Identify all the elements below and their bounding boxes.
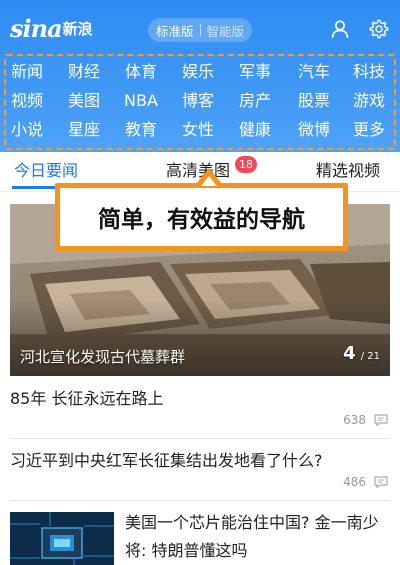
channel-video[interactable]: 视频 xyxy=(0,88,55,114)
article-divider xyxy=(10,438,390,439)
hero-current-index: 4 xyxy=(343,343,356,364)
article-divider xyxy=(10,500,390,501)
hd-pictures-badge: 18 xyxy=(235,156,257,173)
tab-featured-videos[interactable]: 精选视频 xyxy=(316,160,380,184)
channel-photos[interactable]: 美图 xyxy=(56,88,112,114)
chip-image xyxy=(10,512,114,565)
channel-nba[interactable]: NBA xyxy=(113,88,169,114)
comment-count-1: 638 xyxy=(343,413,366,427)
version-smart-option[interactable]: 智能版 xyxy=(201,21,251,40)
version-standard-option[interactable]: 标准版 xyxy=(150,21,200,40)
channel-more[interactable]: 更多 xyxy=(341,117,397,143)
channel-weibo[interactable]: 微博 xyxy=(286,117,342,143)
logo-text: sina xyxy=(10,14,63,43)
tab-today-news[interactable]: 今日要闻 xyxy=(14,160,78,184)
channel-astro[interactable]: 星座 xyxy=(56,117,112,143)
logo-cn-text: 新浪 xyxy=(62,20,93,38)
version-toggle[interactable]: 标准版 智能版 xyxy=(148,18,252,42)
article-title-2[interactable]: 习近平到中央红军长征集结出发地看了什么? xyxy=(10,449,323,473)
channel-house[interactable]: 房产 xyxy=(227,88,283,114)
comment-icon[interactable] xyxy=(374,414,388,426)
channel-tech[interactable]: 科技 xyxy=(341,59,397,85)
channel-sports[interactable]: 体育 xyxy=(113,59,169,85)
hero-caption: 河北宣化发现古代墓葬群 xyxy=(20,348,186,366)
article-thumbnail-chip[interactable] xyxy=(10,512,114,565)
article-title-3[interactable]: 美国一个芯片能治住中国? 金一南少将: 特朗普懂这吗 xyxy=(125,509,391,565)
callout-pointer-fill xyxy=(201,176,217,186)
hero-photo-counter: 4 / 21 xyxy=(343,343,380,364)
channel-women[interactable]: 女性 xyxy=(170,117,226,143)
channel-games[interactable]: 游戏 xyxy=(341,88,397,114)
comment-count-2: 486 xyxy=(343,475,366,489)
hero-total-count: / 21 xyxy=(360,351,380,362)
channel-auto[interactable]: 汽车 xyxy=(286,59,342,85)
channel-blog[interactable]: 博客 xyxy=(170,88,226,114)
gear-icon[interactable] xyxy=(368,18,390,40)
channel-health[interactable]: 健康 xyxy=(227,117,283,143)
channel-finance[interactable]: 财经 xyxy=(56,59,112,85)
channel-military[interactable]: 军事 xyxy=(227,59,283,85)
user-icon[interactable] xyxy=(330,19,350,39)
header-bar: sina 新浪 标准版 智能版 新闻 财经 体育 娱乐 军事 汽车 科技 视频 … xyxy=(0,0,400,152)
article-title-1[interactable]: 85年 长征永远在路上 xyxy=(10,387,163,411)
comment-icon[interactable] xyxy=(374,476,388,488)
channel-novel[interactable]: 小说 xyxy=(0,117,55,143)
channel-news[interactable]: 新闻 xyxy=(0,59,55,85)
navigation-callout: 简单，有效益的导航 xyxy=(55,183,348,251)
channel-stocks[interactable]: 股票 xyxy=(286,88,342,114)
channel-edu[interactable]: 教育 xyxy=(113,117,169,143)
sina-logo[interactable]: sina 新浪 xyxy=(10,14,93,44)
channel-navigation-grid: 新闻 财经 体育 娱乐 军事 汽车 科技 视频 美图 NBA 博客 房产 股票 … xyxy=(4,54,396,150)
channel-ent[interactable]: 娱乐 xyxy=(170,59,226,85)
